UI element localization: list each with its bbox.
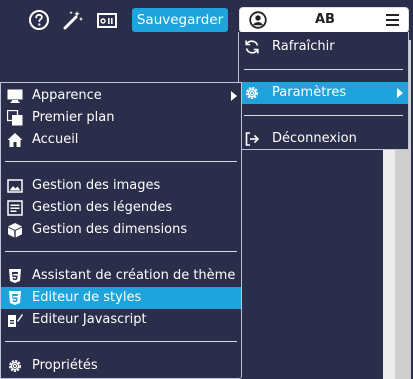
menu-item-home[interactable]: Accueil <box>1 129 241 151</box>
menu-item-foreground[interactable]: Premier plan <box>1 107 241 129</box>
menu-item-label: Premier plan <box>32 110 115 125</box>
menu-item-js-editor[interactable]: Editeur Javascript <box>1 309 241 331</box>
css3-icon <box>9 291 21 305</box>
question-circle-icon[interactable] <box>28 9 50 31</box>
image-icon[interactable] <box>96 9 118 31</box>
menu-item-label: Assistant de création de thème <box>32 268 236 283</box>
divider <box>5 251 237 252</box>
menu-item-dimensions[interactable]: Gestion des dimensions <box>1 219 241 241</box>
menu-item-label: Propriétés <box>32 358 98 373</box>
css3-icon <box>9 269 21 283</box>
divider <box>244 69 403 70</box>
user-initials: AB <box>315 12 335 27</box>
gear-icon <box>9 360 21 372</box>
settings-submenu: Apparence Premier plan Accueil Gestion d… <box>0 82 242 379</box>
magic-wand-icon[interactable] <box>62 9 84 31</box>
menu-item-style-editor[interactable]: Editeur de styles <box>1 287 241 309</box>
menu-item-settings[interactable]: Paramètres <box>239 82 408 104</box>
menu-item-label: Accueil <box>32 132 79 147</box>
image-icon <box>7 179 23 193</box>
menu-item-label: Apparence <box>32 88 102 103</box>
menu-item-refresh[interactable]: Rafraîchir <box>239 36 408 58</box>
menu-item-label: Editeur de styles <box>32 290 142 305</box>
divider <box>5 161 237 162</box>
menu-item-label: Gestion des légendes <box>32 200 173 215</box>
menu-item-label: Rafraîchir <box>272 39 335 54</box>
layers-icon <box>7 110 23 126</box>
js-edit-icon <box>8 314 23 327</box>
logout-icon <box>245 132 260 146</box>
menu-item-images[interactable]: Gestion des images <box>1 175 241 197</box>
save-button[interactable]: Sauvegarder <box>132 8 228 32</box>
chevron-right-icon <box>231 91 237 101</box>
gear-icon <box>246 87 258 99</box>
user-circle-icon <box>249 11 267 29</box>
cube-icon <box>8 223 22 238</box>
menu-item-properties[interactable]: Propriétés <box>1 355 241 377</box>
divider <box>5 341 237 342</box>
menu-item-label: Déconnexion <box>272 131 357 146</box>
home-icon <box>7 133 23 147</box>
menu-item-label: Paramètres <box>272 85 347 100</box>
menu-item-label: Gestion des dimensions <box>32 222 188 237</box>
user-dropdown-menu: Rafraîchir Paramètres Déconnexion <box>238 32 409 150</box>
caption-icon <box>7 200 23 216</box>
menu-item-captions[interactable]: Gestion des légendes <box>1 197 241 219</box>
menu-item-appearance[interactable]: Apparence <box>1 85 241 107</box>
user-menu-button[interactable]: AB <box>239 7 409 33</box>
divider <box>244 115 403 116</box>
refresh-icon <box>245 40 259 54</box>
menu-item-theme-wizard[interactable]: Assistant de création de thème <box>1 265 241 287</box>
hamburger-icon <box>386 14 399 26</box>
menu-item-logout[interactable]: Déconnexion <box>239 128 408 150</box>
menu-item-label: Editeur Javascript <box>32 312 147 327</box>
chevron-right-icon <box>397 88 403 98</box>
menu-item-label: Gestion des images <box>32 178 161 193</box>
monitor-icon <box>7 89 23 103</box>
